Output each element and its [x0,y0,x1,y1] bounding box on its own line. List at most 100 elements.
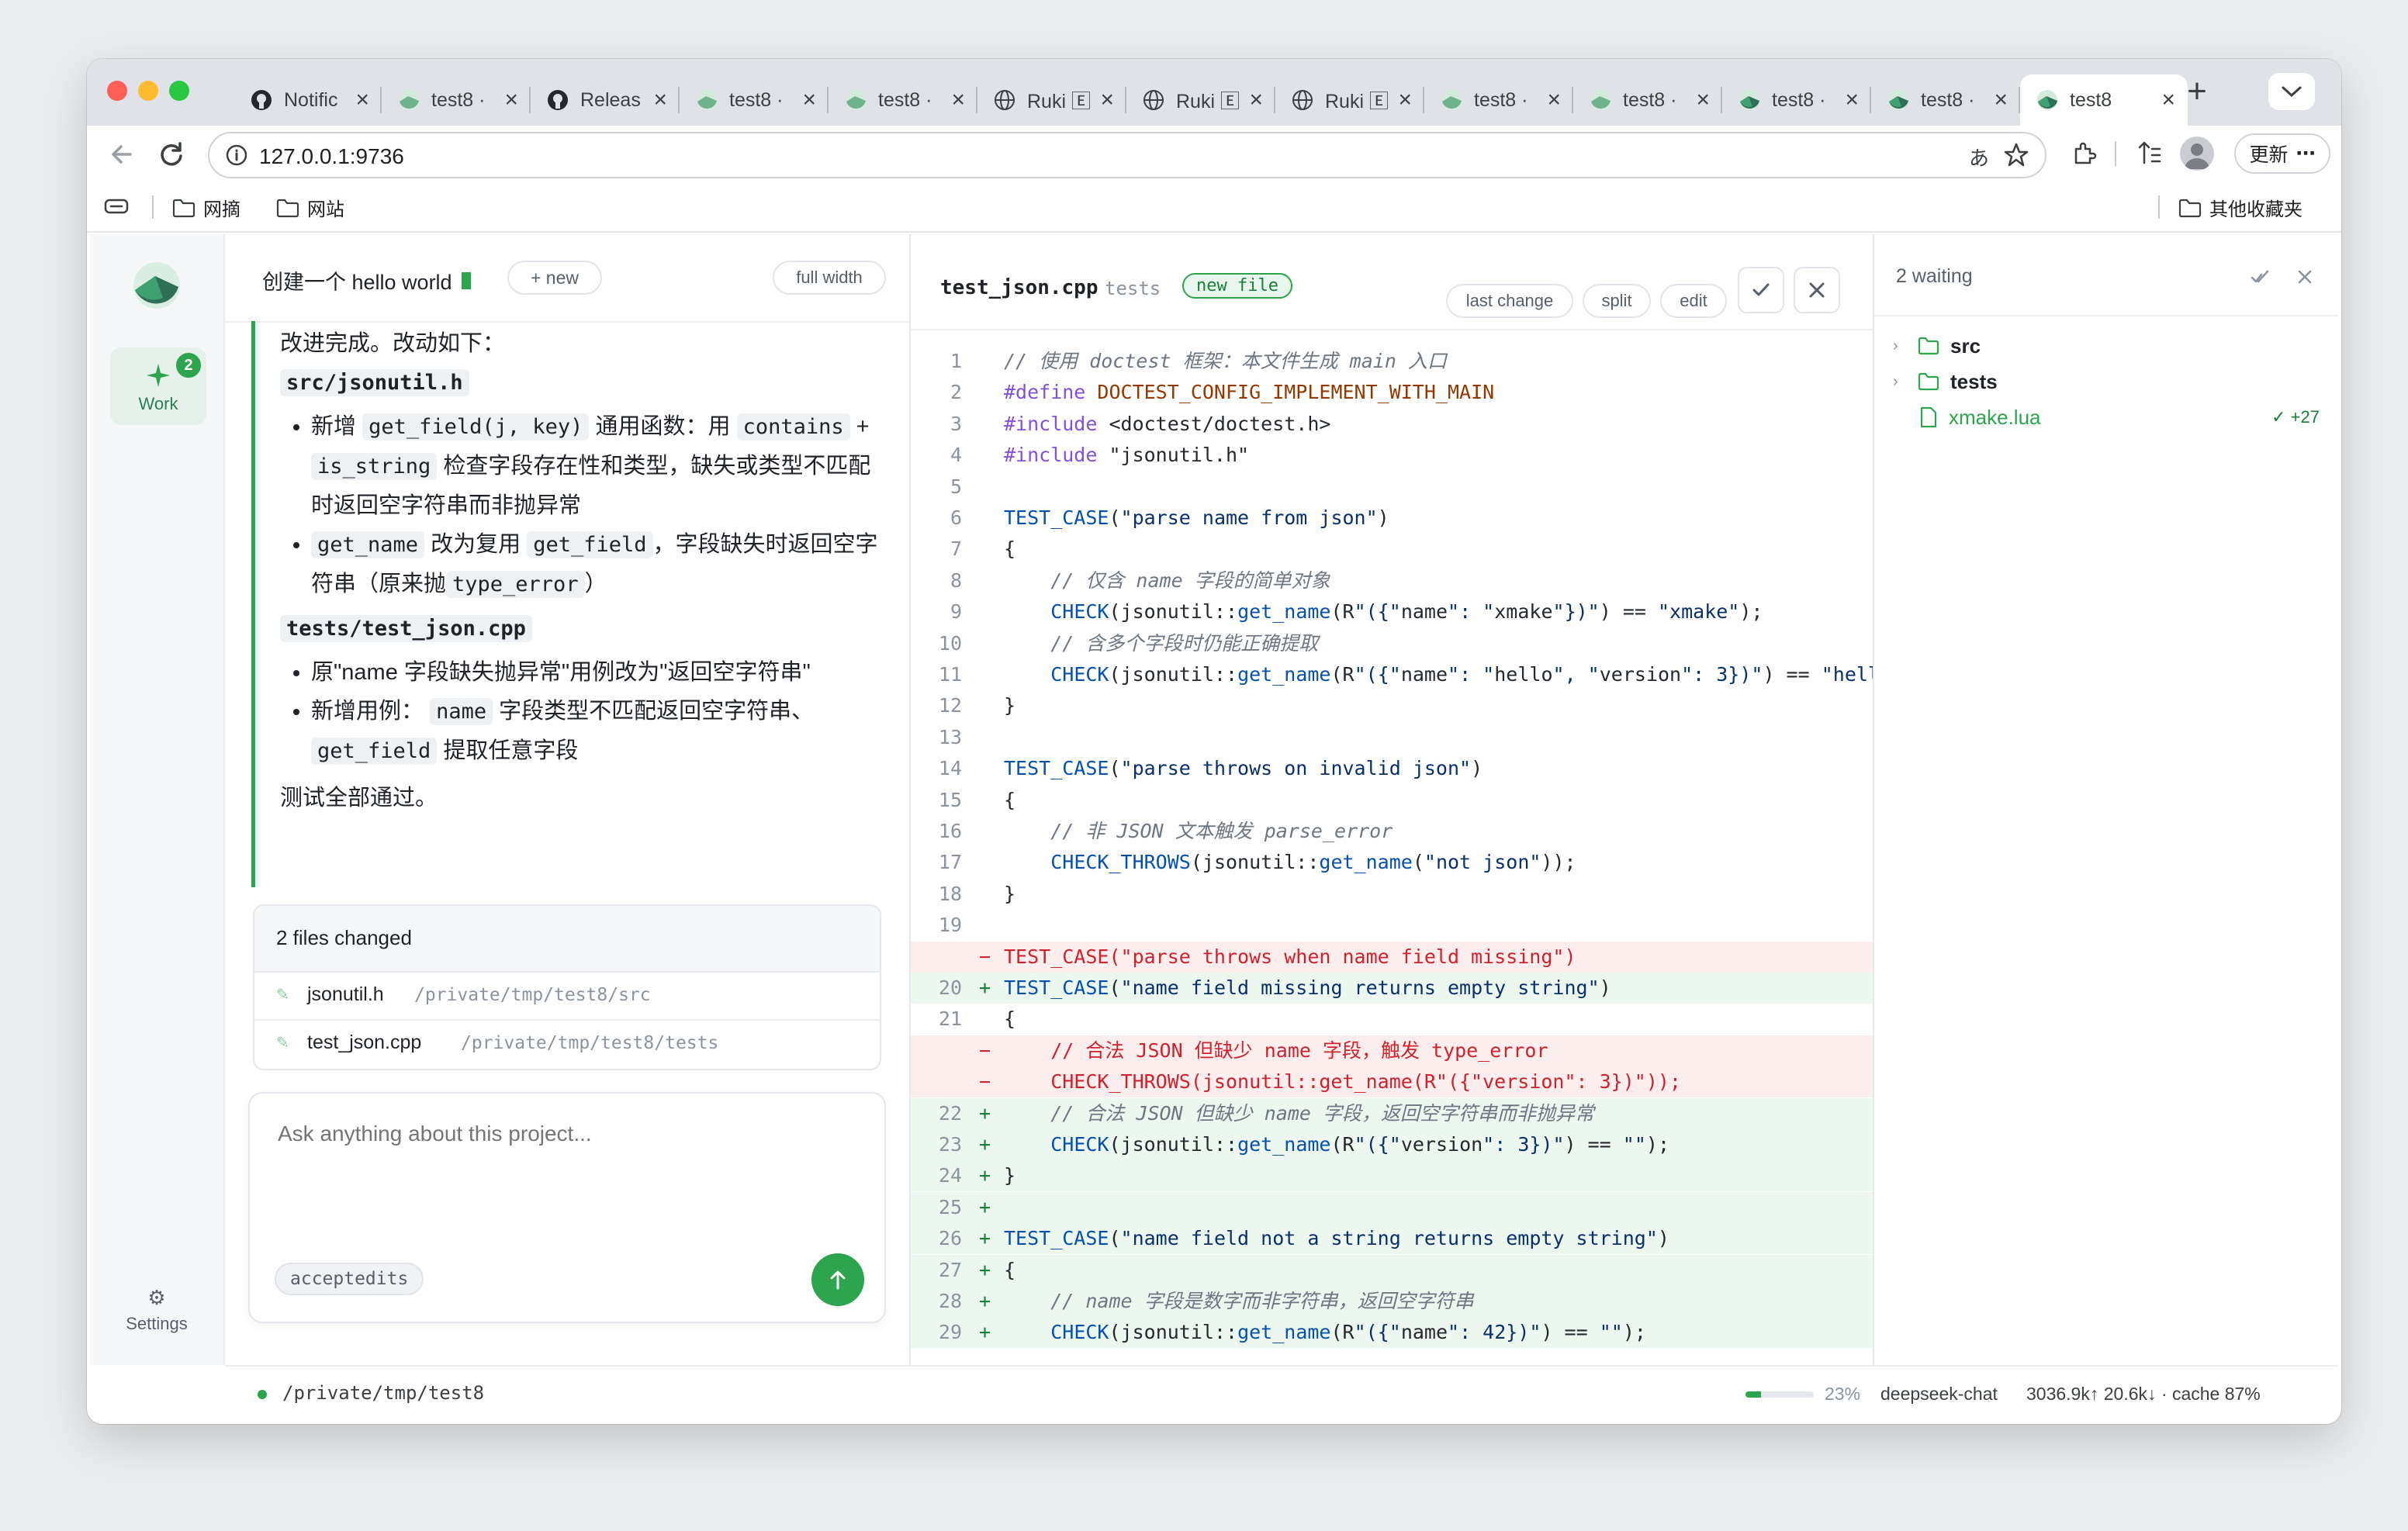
arrow-up-icon [830,1270,846,1290]
new-file-badge: new file [1182,273,1292,299]
tree-item-label: src [1950,334,1981,358]
browser-tab[interactable]: test8 · × [1871,74,2020,126]
chat-pane: 创建一个 hello world + new full width 改进完成。改… [225,234,911,1365]
edit-label: edit [1680,291,1707,310]
send-button[interactable] [811,1253,864,1306]
browser-tab[interactable]: test8 · × [1722,74,1871,126]
file-path: /private/tmp/test8/tests [461,1033,719,1053]
accept-button[interactable] [1738,267,1784,313]
tab-close-icon[interactable]: × [1249,87,1263,113]
diff-line: 9 CHECK(jsonutil::get_name(R"({"name": "… [911,596,1873,627]
browser-tab[interactable]: test8 · × [1424,74,1573,126]
last-change-button[interactable]: last change [1446,284,1573,318]
browser-tab[interactable]: Ruki 🄴 × [977,74,1126,126]
chevron-right-icon: › [1893,372,1898,390]
section2-list: 原"name 字段缺失抛异常"用例改为"返回空字符串" 新增用例： name 字… [280,653,885,771]
app-icon [1589,88,1612,112]
tree-item-tests[interactable]: › tests [1893,366,1998,397]
diff-line: 13 [911,722,1873,753]
maximize-window-button[interactable] [169,81,189,101]
reading-list-icon[interactable] [2135,140,2163,168]
file-row-1[interactable]: ✎ jsonutil.h /private/tmp/test8/src [254,971,880,1021]
browser-tab[interactable]: test8 · × [680,74,829,126]
code-text: CHECK_THROWS(jsonutil::get_name(R"({"ver… [1004,1070,1681,1094]
diff-line: 7{ [911,534,1873,565]
browser-tab[interactable]: test8 · × [1573,74,1722,126]
settings-nav-item[interactable]: ⚙ Settings [98,1286,216,1340]
diff-marker: + [979,1195,991,1218]
full-width-label: full width [796,268,863,287]
reload-button[interactable] [154,137,189,172]
code-text: TEST_CASE("parse name from json") [1004,506,1389,529]
tab-close-icon[interactable]: × [653,87,667,113]
close-icon[interactable] [2296,268,2313,285]
extensions-icon[interactable] [2070,140,2098,168]
full-width-button[interactable]: full width [773,261,886,295]
tab-close-icon[interactable]: × [1547,87,1561,113]
work-nav-item[interactable]: 2 Work [110,347,206,425]
file-row-2[interactable]: ✎ test_json.cpp /private/tmp/test8/tests [254,1021,880,1069]
tab-close-icon[interactable]: × [1696,87,1710,113]
tab-groups-icon[interactable] [104,197,129,216]
back-button[interactable] [104,137,140,172]
tab-close-icon[interactable]: × [951,87,965,113]
browser-tab[interactable]: Ruki 🄴 × [1126,74,1275,126]
minimize-window-button[interactable] [138,81,158,101]
browser-tab[interactable]: Ruki 🄴 × [1275,74,1424,126]
new-chat-button[interactable]: + new [507,261,602,295]
other-bookmarks-folder[interactable]: 其他收藏夹 [2178,194,2302,221]
github-icon [546,88,569,112]
browser-tab[interactable]: test8 · × [829,74,977,126]
bookmark-folder-2[interactable]: 网站 [276,194,344,221]
line-number: 25 [938,1195,962,1218]
tab-title: test8 · [431,88,486,111]
tab-close-icon[interactable]: × [1845,87,1859,113]
diff-marker: − [979,1070,991,1094]
edit-button[interactable]: edit [1660,284,1727,318]
github-icon [250,88,273,112]
close-window-button[interactable] [107,81,127,101]
inline-code: get_name [311,531,425,558]
diff-body: 1 // 使用 doctest 框架：本文件生成 main 入口 2 #define … [911,346,1873,1362]
address-bar[interactable]: 127.0.0.1:9736 あ [208,132,2046,178]
info-icon[interactable] [225,143,248,167]
tab-close-icon[interactable]: × [1100,87,1114,113]
profile-avatar[interactable] [2180,137,2214,171]
tab-close-icon[interactable]: × [2161,87,2175,113]
tree-item-label: xmake.lua [1949,405,2041,429]
app-logo[interactable] [132,261,182,310]
reject-button[interactable] [1794,267,1840,313]
star-icon[interactable] [2003,142,2029,168]
diff-line-added: 26 + TEST_CASE("name field not a string re… [911,1223,1873,1255]
tab-close-icon[interactable]: × [1994,87,2008,113]
folder-icon [2178,199,2202,217]
code-text: } [1004,882,1016,905]
tab-search-button[interactable] [2268,73,2315,110]
diff-line: 11 CHECK(jsonutil::get_name(R"({"name": … [911,659,1873,690]
tab-close-icon[interactable]: × [1398,87,1412,113]
chat-header: 创建一个 hello world + new full width [225,234,909,323]
code-text: { [1004,788,1016,811]
tab-close-icon[interactable]: × [504,87,518,113]
tree-item-src[interactable]: › src [1893,330,1981,361]
mode-chip[interactable]: acceptedits [275,1263,424,1295]
update-button[interactable]: 更新 ⋯ [2234,133,2330,174]
translate-icon[interactable]: あ [1969,143,1989,171]
diff-marker: + [979,1258,991,1281]
tab-title: Ruki 🄴 [1027,91,1091,112]
browser-tab[interactable]: test8 · × [382,74,531,126]
tab-close-icon[interactable]: × [355,87,369,113]
tab-close-icon[interactable]: × [802,87,816,113]
split-button[interactable]: split [1583,284,1651,318]
bookmark-folder-1[interactable]: 网摘 [172,194,240,221]
browser-tab[interactable]: test8 × [2020,74,2188,126]
chat-input[interactable] [276,1120,853,1208]
browser-tab[interactable]: Releas × [531,74,680,126]
app-icon [397,88,420,112]
chat-input-box[interactable]: acceptedits [248,1092,886,1323]
accept-all-icon[interactable] [2250,267,2270,287]
tree-item-xmake[interactable]: xmake.lua ✓ +27 [1893,402,2320,433]
browser-tab[interactable]: Notific × [234,74,382,126]
new-tab-icon[interactable]: + [2175,70,2219,113]
model-name: deepseek-chat [1880,1384,1998,1404]
